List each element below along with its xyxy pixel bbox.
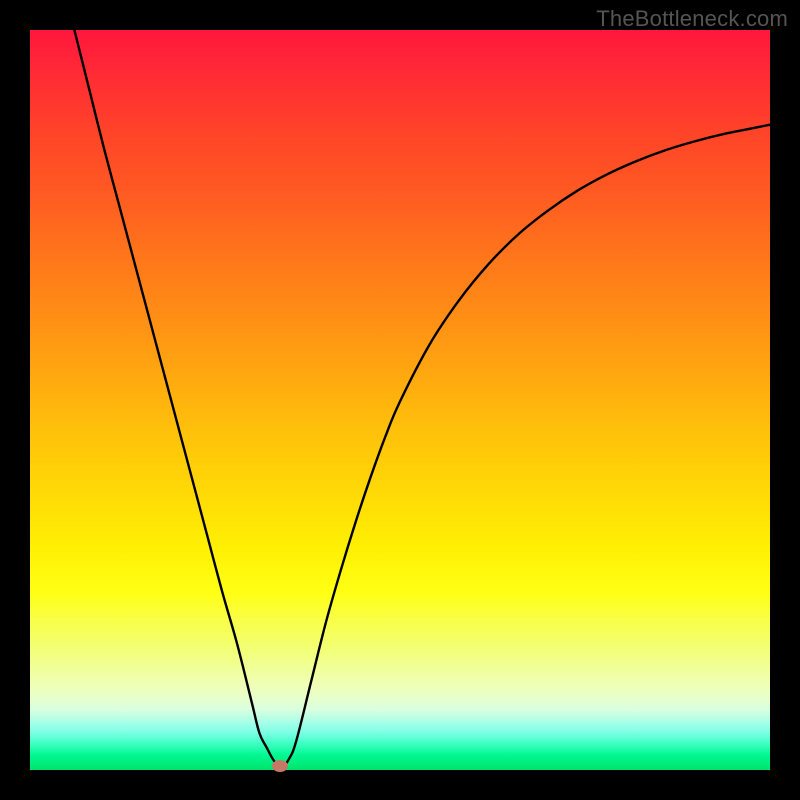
plot-area [30, 30, 770, 770]
optimal-point-marker [272, 760, 288, 772]
watermark-text: TheBottleneck.com [596, 6, 788, 32]
gradient-background [30, 30, 770, 770]
